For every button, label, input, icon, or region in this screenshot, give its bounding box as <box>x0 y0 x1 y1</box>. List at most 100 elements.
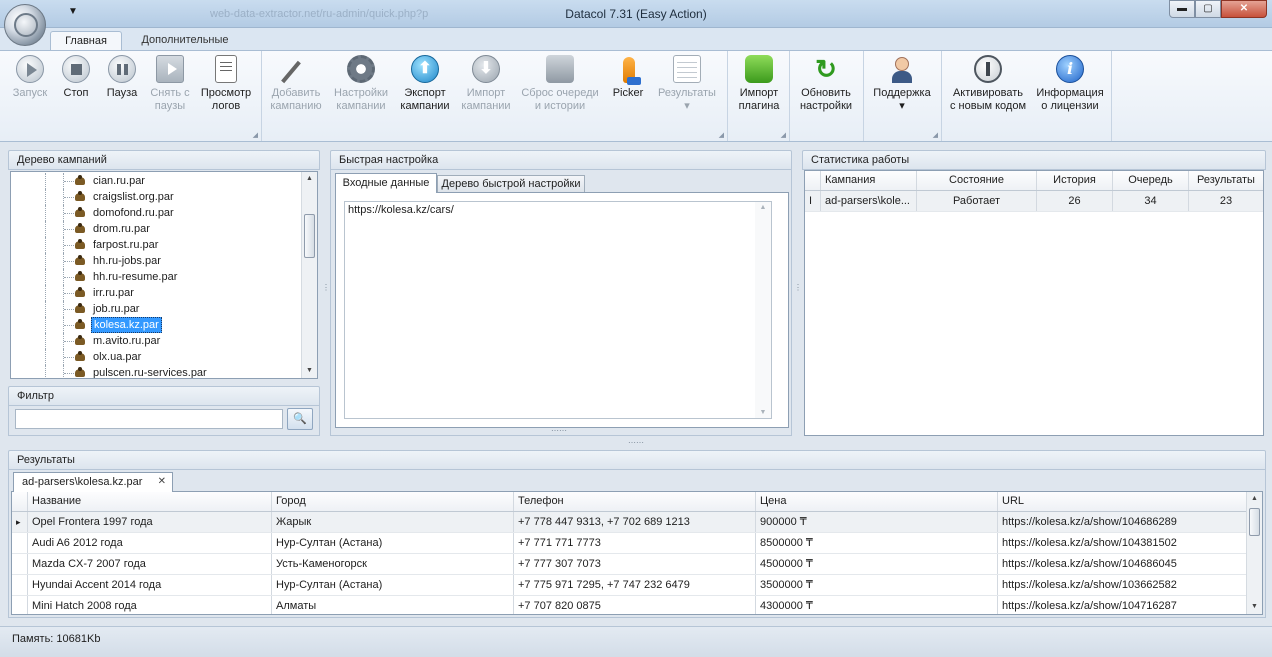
col-phone[interactable]: Телефон <box>514 492 756 511</box>
reset-queue-button[interactable]: Сброс очереди и истории <box>520 55 600 113</box>
tree-item[interactable]: cian.ru.par <box>11 173 301 189</box>
scroll-thumb[interactable] <box>304 214 315 258</box>
quick-setup-splitter[interactable]: ⋯⋯ <box>551 426 567 435</box>
results-dropdown-button[interactable]: Результаты ▾ <box>654 55 720 113</box>
results-dropdown-arrow: ▾ <box>684 100 690 112</box>
import-campaign-button[interactable]: ⬇ Импорт кампании <box>458 55 514 113</box>
tree-item[interactable]: m.avito.ru.par <box>11 333 301 349</box>
tree-item[interactable]: drom.ru.par <box>11 221 301 237</box>
col-url[interactable]: URL <box>998 492 1246 511</box>
maximize-button[interactable]: ▢ <box>1195 0 1221 18</box>
ribbon-group-run: Запуск Стоп Пауза Снять с паузы Просмотр… <box>0 51 262 141</box>
update-settings-label-1: Обновить <box>801 87 851 99</box>
picker-button[interactable]: Picker <box>608 55 648 100</box>
close-tab-icon[interactable]: ✕ <box>158 473 166 491</box>
scroll-thumb[interactable] <box>1249 508 1260 536</box>
stats-row[interactable]: I ad-parsers\kole... Работает 26 34 23 <box>805 191 1263 212</box>
tree-item[interactable]: pulscen.ru-services.par <box>11 365 301 378</box>
campaign-tree[interactable]: cian.ru.par craigslist.org.par domofond.ru… <box>10 171 318 379</box>
tab-additional[interactable]: Дополнительные <box>130 31 240 51</box>
table-row[interactable]: Hyundai Accent 2014 года Нур-Султан (Аста… <box>12 575 1246 596</box>
group-launcher-icon[interactable]: ◢ <box>933 131 938 139</box>
scroll-up-icon[interactable]: ▲ <box>1247 492 1262 506</box>
tree-item[interactable]: craigslist.org.par <box>11 189 301 205</box>
group-launcher-icon[interactable]: ◢ <box>781 131 786 139</box>
stop-icon <box>62 55 90 83</box>
import-plugin-button[interactable]: Импорт плагина <box>732 55 786 113</box>
scroll-down-icon[interactable]: ▼ <box>755 409 771 416</box>
logs-label-1: Просмотр <box>200 87 252 99</box>
pause-button[interactable]: Пауза <box>102 55 142 100</box>
scroll-up-icon[interactable]: ▲ <box>302 172 317 186</box>
horizontal-splitter-handle[interactable]: ⋯⋯ <box>628 438 644 447</box>
tree-item[interactable]: farpost.ru.par <box>11 237 301 253</box>
scroll-down-icon[interactable]: ▼ <box>1247 600 1262 614</box>
license-info-label-2: о лицензии <box>1041 100 1099 112</box>
result-phone-cell: +7 778 447 9313, +7 702 689 1213 <box>514 512 756 532</box>
campaign-robot-icon <box>73 207 87 219</box>
table-row[interactable]: ▸ Opel Frontera 1997 года Жарык +7 778 447 … <box>12 512 1246 533</box>
app-menu-orb-button[interactable] <box>4 4 46 46</box>
col-city[interactable]: Город <box>272 492 514 511</box>
col-queue[interactable]: Очередь <box>1113 171 1189 190</box>
results-tab[interactable]: ad-parsers\kolesa.kz.par ✕ <box>13 472 173 492</box>
globe-icon <box>14 13 38 37</box>
group-launcher-icon[interactable]: ◢ <box>719 131 724 139</box>
col-price[interactable]: Цена <box>756 492 998 511</box>
col-name[interactable]: Название <box>28 492 272 511</box>
logs-label-2: логов <box>211 100 241 112</box>
tree-item[interactable]: job.ru.par <box>11 301 301 317</box>
results-label: Результаты <box>658 87 716 99</box>
scroll-up-icon[interactable]: ▲ <box>755 204 771 211</box>
header-indicator <box>805 171 821 190</box>
tab-main[interactable]: Главная <box>50 31 122 51</box>
update-settings-label-2: настройки <box>799 100 853 112</box>
col-results[interactable]: Результаты <box>1189 171 1263 190</box>
left-splitter-handle[interactable]: ⋮ <box>322 284 330 292</box>
tree-item[interactable]: irr.ru.par <box>11 285 301 301</box>
minimize-button[interactable]: ▬ <box>1169 0 1195 18</box>
table-row[interactable]: Audi A6 2012 года Нур-Султан (Астана) +7 7… <box>12 533 1246 554</box>
add-campaign-button[interactable]: Добавить кампанию <box>268 55 324 113</box>
results-title: Результаты <box>8 450 1266 470</box>
results-grid-header: Название Город Телефон Цена URL <box>12 492 1246 512</box>
update-settings-button[interactable]: ↻ Обновить настройки <box>796 55 856 113</box>
tab-input-data[interactable]: Входные данные <box>335 173 437 193</box>
campaign-tree-scrollbar[interactable]: ▲ ▼ <box>301 172 317 378</box>
close-button[interactable]: ✕ <box>1221 0 1267 18</box>
stop-button[interactable]: Стоп <box>56 55 96 100</box>
col-campaign[interactable]: Кампания <box>821 171 917 190</box>
right-splitter-handle[interactable]: ⋮ <box>794 284 802 292</box>
scroll-down-icon[interactable]: ▼ <box>302 364 317 378</box>
support-dropdown-button[interactable]: Поддержка ▾ <box>870 55 934 113</box>
tree-guide-line <box>45 253 46 269</box>
results-scrollbar[interactable]: ▲ ▼ <box>1246 492 1262 614</box>
pause-label: Пауза <box>106 87 138 99</box>
activate-label-2: с новым кодом <box>949 100 1027 112</box>
tree-guide-line <box>45 317 46 333</box>
tree-item[interactable]: hh.ru-resume.par <box>11 269 301 285</box>
tab-quick-setup-tree[interactable]: Дерево быстрой настройки <box>437 175 585 193</box>
tree-item[interactable]: olx.ua.par <box>11 349 301 365</box>
input-data-textarea[interactable]: https://kolesa.kz/cars/ ▲ ▼ <box>344 201 772 419</box>
activate-new-code-button[interactable]: Активировать с новым кодом <box>948 55 1028 113</box>
tree-item[interactable]: domofond.ru.par <box>11 205 301 221</box>
export-label-2: кампании <box>400 100 450 112</box>
license-info-button[interactable]: i Информация о лицензии <box>1034 55 1106 113</box>
view-logs-button[interactable]: Просмотр логов <box>198 55 254 113</box>
col-history[interactable]: История <box>1037 171 1113 190</box>
table-row[interactable]: Mazda CX-7 2007 года Усть-Каменогорск +7 7… <box>12 554 1246 575</box>
activate-label-1: Активировать <box>952 87 1024 99</box>
start-button[interactable]: Запуск <box>8 55 52 100</box>
campaign-settings-button[interactable]: Настройки кампании <box>330 55 392 113</box>
unpause-button[interactable]: Снять с паузы <box>146 55 194 113</box>
filter-input[interactable] <box>15 409 283 429</box>
input-scrollbar[interactable]: ▲ ▼ <box>755 202 771 418</box>
tree-item[interactable]: hh.ru-jobs.par <box>11 253 301 269</box>
export-campaign-button[interactable]: ⬆ Экспорт кампании <box>398 55 452 113</box>
group-launcher-icon[interactable]: ◢ <box>253 131 258 139</box>
col-state[interactable]: Состояние <box>917 171 1037 190</box>
table-row[interactable]: Mini Hatch 2008 года Алматы +7 707 820 087… <box>12 596 1246 614</box>
tree-item[interactable]: kolesa.kz.par <box>11 317 301 333</box>
filter-search-button[interactable]: 🔍 <box>287 408 313 430</box>
